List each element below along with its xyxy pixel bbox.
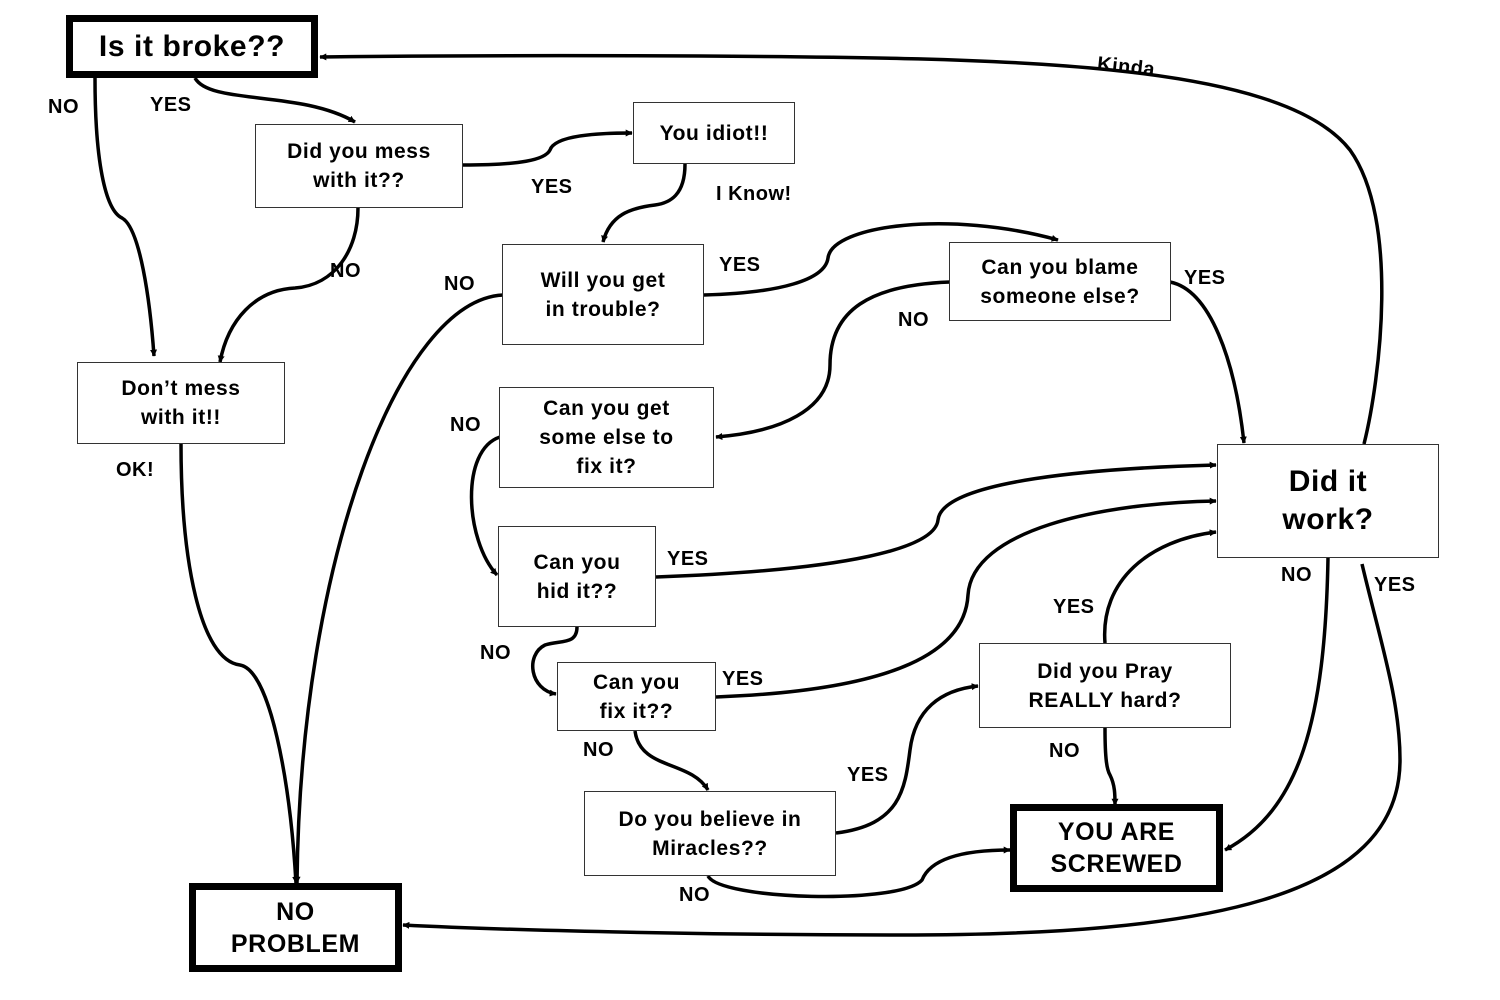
label-hide-no: NO — [480, 642, 511, 664]
label-idiot-i-know: I Know! — [716, 183, 792, 205]
edge-fix-no — [633, 730, 710, 791]
edge-trouble-no — [293, 293, 504, 884]
node-dont-mess: Don’t mess with it!! — [77, 362, 285, 444]
node-you-are-screwed: YOU ARE SCREWED — [1010, 804, 1223, 892]
edge-idiot-know — [601, 163, 687, 243]
node-pray: Did you Pray REALLY hard? — [979, 643, 1231, 728]
label-blame-yes: YES — [1184, 267, 1226, 289]
edge-dont-mess-ok — [179, 443, 300, 884]
edge-pray-yes — [1103, 529, 1217, 644]
node-can-you-blame: Can you blame someone else? — [949, 242, 1171, 321]
edge-mess-no — [217, 207, 360, 363]
node-did-it-work: Did it work? — [1217, 444, 1439, 558]
node-can-you-hide: Can you hid it?? — [498, 526, 656, 627]
label-work-no: NO — [1281, 564, 1312, 586]
edge-miracles-yes — [835, 683, 979, 835]
node-believe-in-miracles: Do you believe in Miracles?? — [584, 791, 836, 876]
label-trouble-no: NO — [444, 273, 475, 295]
node-can-you-get-someone: Can you get some else to fix it? — [499, 387, 714, 488]
label-fix-yes: YES — [722, 668, 764, 690]
label-pray-no: NO — [1049, 740, 1080, 762]
label-miracles-no: NO — [679, 884, 710, 906]
label-work-yes: YES — [1374, 574, 1416, 596]
label-someone-no: NO — [450, 414, 481, 436]
edge-blame-no — [715, 280, 951, 440]
edge-broke-yes — [193, 76, 356, 124]
edge-blame-yes — [1169, 280, 1247, 444]
label-pray-yes: YES — [1053, 596, 1095, 618]
edge-work-kinda — [319, 53, 1384, 445]
label-dont-mess-ok: OK! — [116, 459, 155, 481]
node-is-it-broke: Is it broke?? — [66, 15, 318, 78]
label-trouble-yes: YES — [719, 254, 761, 276]
edge-pray-no — [1103, 727, 1119, 806]
edge-work-no — [1224, 557, 1330, 852]
label-broke-yes: YES — [150, 94, 192, 116]
label-hide-yes: YES — [667, 548, 709, 570]
label-mess-yes: YES — [531, 176, 573, 198]
edge-broke-no — [93, 77, 158, 357]
node-no-problem: NO PROBLEM — [189, 883, 402, 972]
edge-someone-no — [469, 435, 501, 577]
node-will-you-get-in-trouble: Will you get in trouble? — [502, 244, 704, 345]
label-miracles-yes: YES — [847, 764, 889, 786]
label-broke-no: NO — [48, 96, 79, 118]
label-blame-no: NO — [898, 309, 929, 331]
label-fix-no: NO — [583, 739, 614, 761]
node-can-you-fix: Can you fix it?? — [557, 662, 716, 731]
node-did-you-mess: Did you mess with it?? — [255, 124, 463, 208]
node-you-idiot: You idiot!! — [633, 102, 795, 164]
label-mess-no: NO — [330, 260, 361, 282]
edge-mess-yes — [462, 129, 633, 167]
edge-hide-yes — [655, 461, 1217, 579]
